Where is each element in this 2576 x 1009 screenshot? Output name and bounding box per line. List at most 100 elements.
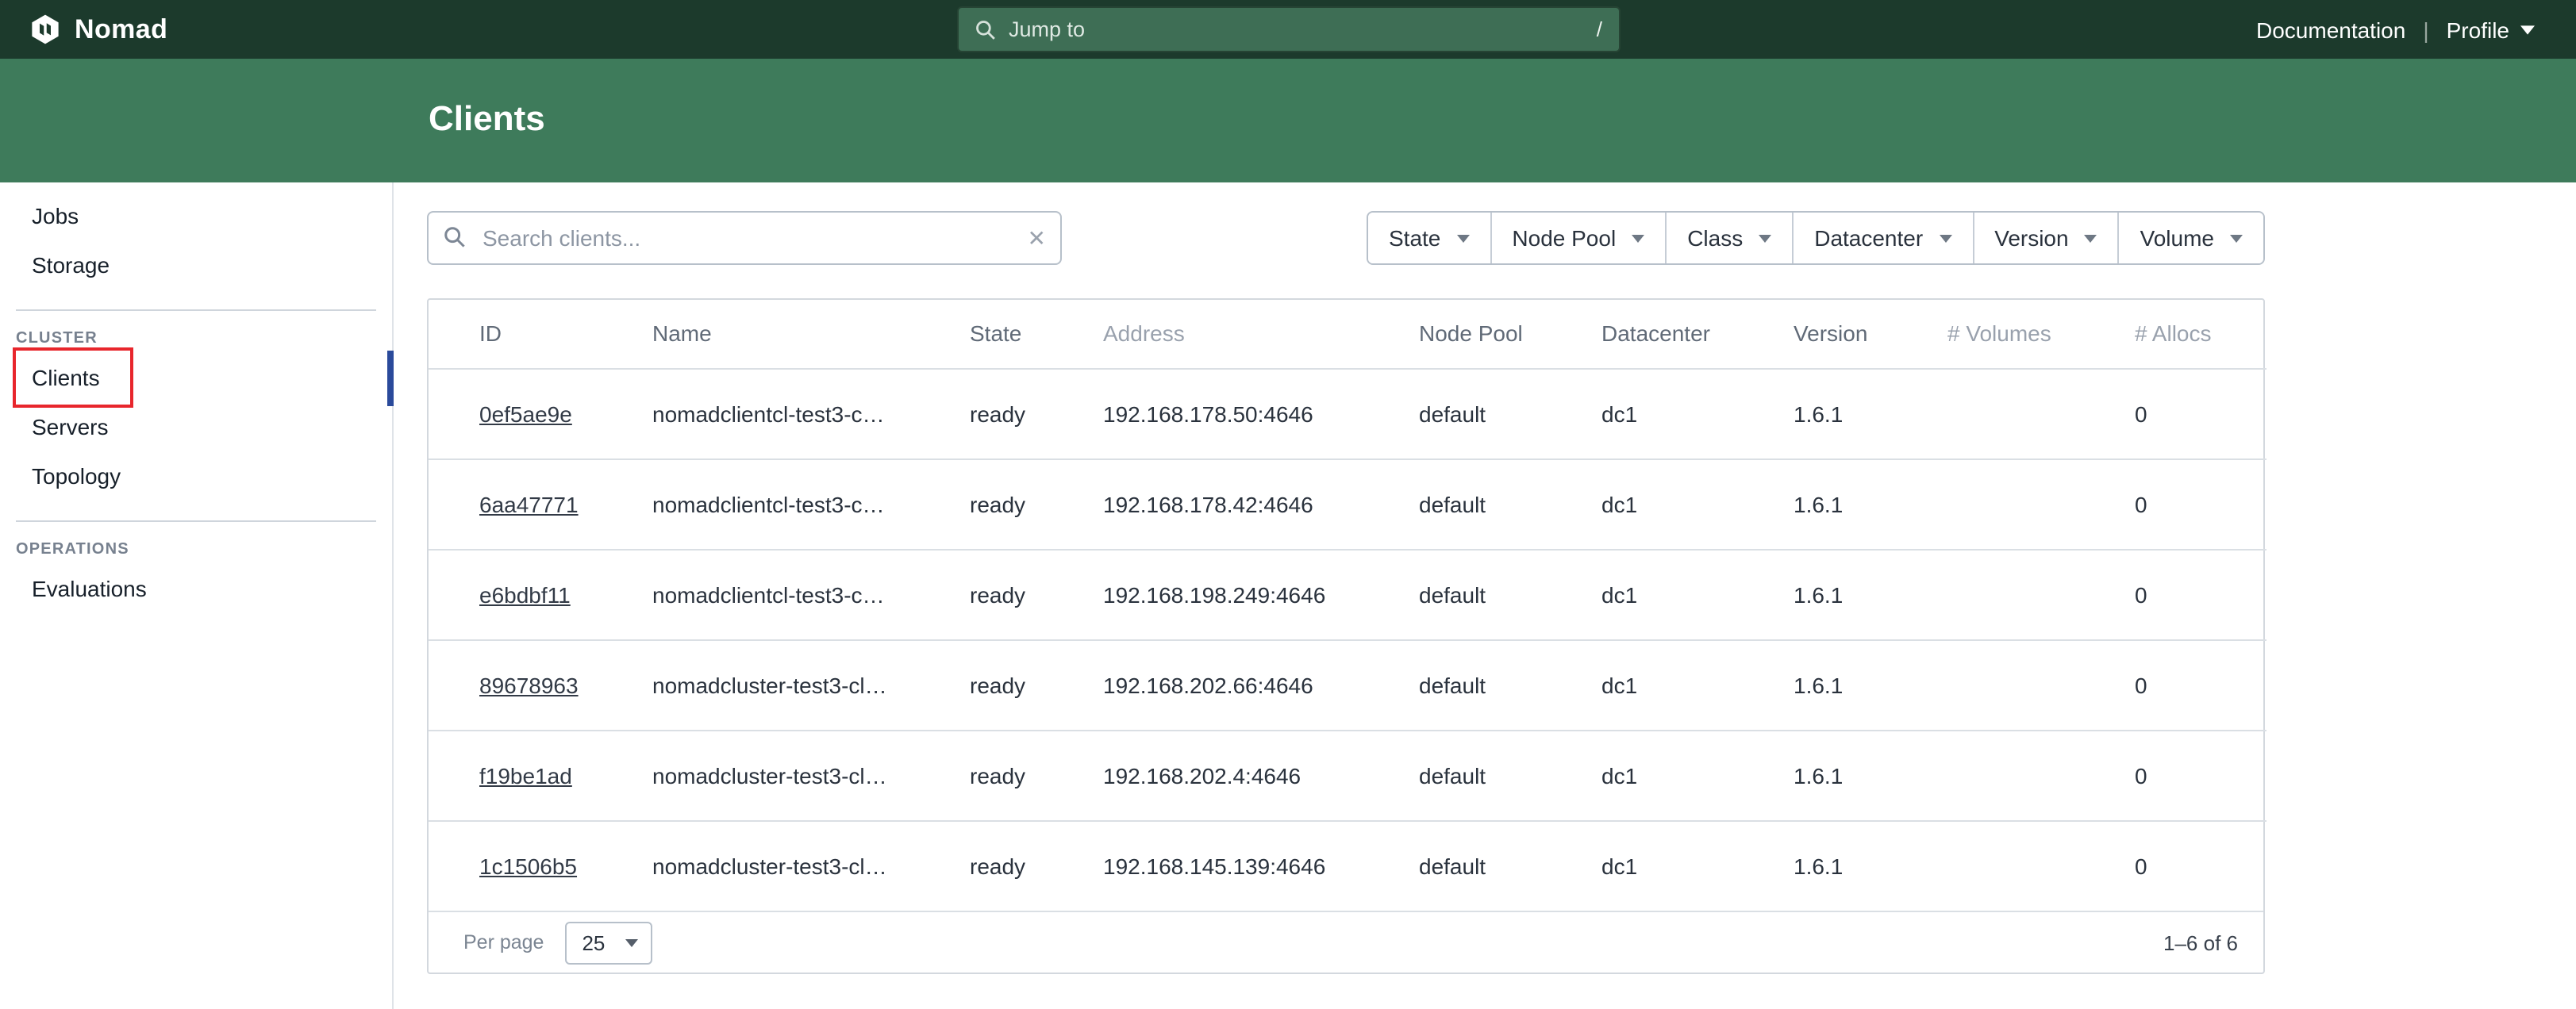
client-node-pool: default xyxy=(1394,458,1576,549)
client-version: 1.6.1 xyxy=(1768,368,1922,458)
client-allocs: 0 xyxy=(2109,458,2266,549)
sidebar-item-label: Storage xyxy=(32,252,110,278)
clear-search-icon[interactable]: ✕ xyxy=(1028,222,1046,254)
sidebar-item-clients[interactable]: Clients xyxy=(0,354,392,403)
pagination-range: 1–6 of 6 xyxy=(2163,930,2238,954)
page-title: Clients xyxy=(0,59,2576,141)
client-address: 192.168.178.50:4646 xyxy=(1078,368,1394,458)
client-row[interactable]: 0ef5ae9e nomadclientcl-test3-c… ready 19… xyxy=(429,368,2266,458)
client-row[interactable]: e6bdbf11 nomadclientcl-test3-c… ready 19… xyxy=(429,549,2266,639)
client-node-pool: default xyxy=(1394,368,1576,458)
sidebar-item-label: Clients xyxy=(32,365,100,390)
client-volumes xyxy=(1922,730,2109,820)
client-volumes xyxy=(1922,549,2109,639)
search-clients-input[interactable] xyxy=(427,211,1062,265)
sidebar-item-servers[interactable]: Servers xyxy=(0,403,392,452)
client-version: 1.6.1 xyxy=(1768,820,1922,911)
filter-dropdown-group: State Node Pool Class Datacenter xyxy=(1367,211,2265,265)
client-name: nomadclientcl-test3-c… xyxy=(627,549,944,639)
chevron-down-icon xyxy=(2085,234,2097,242)
nomad-logo-icon xyxy=(29,13,62,46)
sidebar-item-label: Servers xyxy=(32,414,108,439)
profile-menu-trigger[interactable]: Profile xyxy=(2447,17,2535,42)
jump-to-placeholder: Jump to xyxy=(1009,17,1085,41)
client-state: ready xyxy=(944,458,1078,549)
client-row[interactable]: f19be1ad nomadcluster-test3-cl… ready 19… xyxy=(429,730,2266,820)
per-page-select[interactable]: 25 xyxy=(564,921,652,964)
profile-label: Profile xyxy=(2447,17,2509,42)
page-header-band: Clients xyxy=(0,59,2576,182)
client-id-link[interactable]: f19be1ad xyxy=(479,762,572,788)
client-id-link[interactable]: 0ef5ae9e xyxy=(479,401,572,426)
client-address: 192.168.145.139:4646 xyxy=(1078,820,1394,911)
documentation-link[interactable]: Documentation xyxy=(2256,17,2405,42)
sidebar-item-jobs[interactable]: Jobs xyxy=(0,192,392,241)
filter-class-dropdown[interactable]: Class xyxy=(1665,213,1792,263)
filter-datacenter-dropdown[interactable]: Datacenter xyxy=(1792,213,1972,263)
chevron-down-icon xyxy=(1632,234,1644,242)
clients-table: ID Name State Address Node Pool Datacent… xyxy=(429,300,2266,911)
client-id-link[interactable]: 6aa47771 xyxy=(479,491,579,516)
jump-to-shortcut-hint: / xyxy=(1597,17,1602,41)
client-allocs: 0 xyxy=(2109,639,2266,730)
client-state: ready xyxy=(944,549,1078,639)
client-row[interactable]: 6aa47771 nomadclientcl-test3-c… ready 19… xyxy=(429,458,2266,549)
filter-node-pool-dropdown[interactable]: Node Pool xyxy=(1490,213,1665,263)
chevron-down-icon xyxy=(1759,234,1771,242)
client-node-pool: default xyxy=(1394,820,1576,911)
client-state: ready xyxy=(944,730,1078,820)
brand-name: Nomad xyxy=(75,13,167,45)
client-address: 192.168.178.42:4646 xyxy=(1078,458,1394,549)
client-row[interactable]: 89678963 nomadcluster-test3-cl… ready 19… xyxy=(429,639,2266,730)
sidebar-divider xyxy=(16,309,376,311)
client-name: nomadcluster-test3-cl… xyxy=(627,730,944,820)
client-id-link[interactable]: 1c1506b5 xyxy=(479,854,577,879)
sidebar-section-cluster: CLUSTER xyxy=(0,324,392,354)
table-header-row: ID Name State Address Node Pool Datacent… xyxy=(429,300,2266,368)
column-header-version[interactable]: Version xyxy=(1768,300,1922,368)
sidebar-item-label: Evaluations xyxy=(32,576,147,601)
active-item-indicator xyxy=(387,351,394,406)
client-volumes xyxy=(1922,368,2109,458)
client-version: 1.6.1 xyxy=(1768,730,1922,820)
sidebar-item-topology[interactable]: Topology xyxy=(0,452,392,501)
client-allocs: 0 xyxy=(2109,730,2266,820)
column-header-id[interactable]: ID xyxy=(429,300,627,368)
column-header-datacenter[interactable]: Datacenter xyxy=(1576,300,1768,368)
column-header-name[interactable]: Name xyxy=(627,300,944,368)
column-header-state[interactable]: State xyxy=(944,300,1078,368)
filter-volume-dropdown[interactable]: Volume xyxy=(2118,213,2263,263)
client-datacenter: dc1 xyxy=(1576,458,1768,549)
table-footer: Per page 25 1–6 of 6 xyxy=(429,911,2263,973)
filter-label: Version xyxy=(1994,225,2068,251)
filter-label: Node Pool xyxy=(1512,225,1616,251)
filter-version-dropdown[interactable]: Version xyxy=(1972,213,2117,263)
client-id-link[interactable]: 89678963 xyxy=(479,672,579,697)
client-id-link[interactable]: e6bdbf11 xyxy=(479,581,571,607)
sidebar-item-evaluations[interactable]: Evaluations xyxy=(0,565,392,614)
brand-link[interactable]: Nomad xyxy=(0,13,167,46)
client-row[interactable]: 1c1506b5 nomadcluster-test3-cl… ready 19… xyxy=(429,820,2266,911)
client-datacenter: dc1 xyxy=(1576,730,1768,820)
jump-to-search[interactable]: Jump to / xyxy=(956,6,1620,52)
filter-label: Datacenter xyxy=(1814,225,1923,251)
client-datacenter: dc1 xyxy=(1576,368,1768,458)
clients-table-container: ID Name State Address Node Pool Datacent… xyxy=(427,298,2265,974)
client-node-pool: default xyxy=(1394,639,1576,730)
chevron-down-icon xyxy=(1939,234,1951,242)
client-volumes xyxy=(1922,820,2109,911)
nomad-app: Nomad Jump to / Documentation | Profile xyxy=(0,0,2576,1009)
client-address: 192.168.202.66:4646 xyxy=(1078,639,1394,730)
client-name: nomadcluster-test3-cl… xyxy=(627,820,944,911)
client-name: nomadclientcl-test3-c… xyxy=(627,458,944,549)
search-clients-box: ✕ xyxy=(427,211,1062,265)
client-version: 1.6.1 xyxy=(1768,549,1922,639)
filter-label: Class xyxy=(1687,225,1743,251)
client-allocs: 0 xyxy=(2109,549,2266,639)
clients-toolbar: ✕ State Node Pool Class xyxy=(427,211,2265,265)
client-version: 1.6.1 xyxy=(1768,639,1922,730)
sidebar-item-storage[interactable]: Storage xyxy=(0,241,392,290)
column-header-node-pool[interactable]: Node Pool xyxy=(1394,300,1576,368)
client-node-pool: default xyxy=(1394,549,1576,639)
filter-state-dropdown[interactable]: State xyxy=(1368,213,1490,263)
